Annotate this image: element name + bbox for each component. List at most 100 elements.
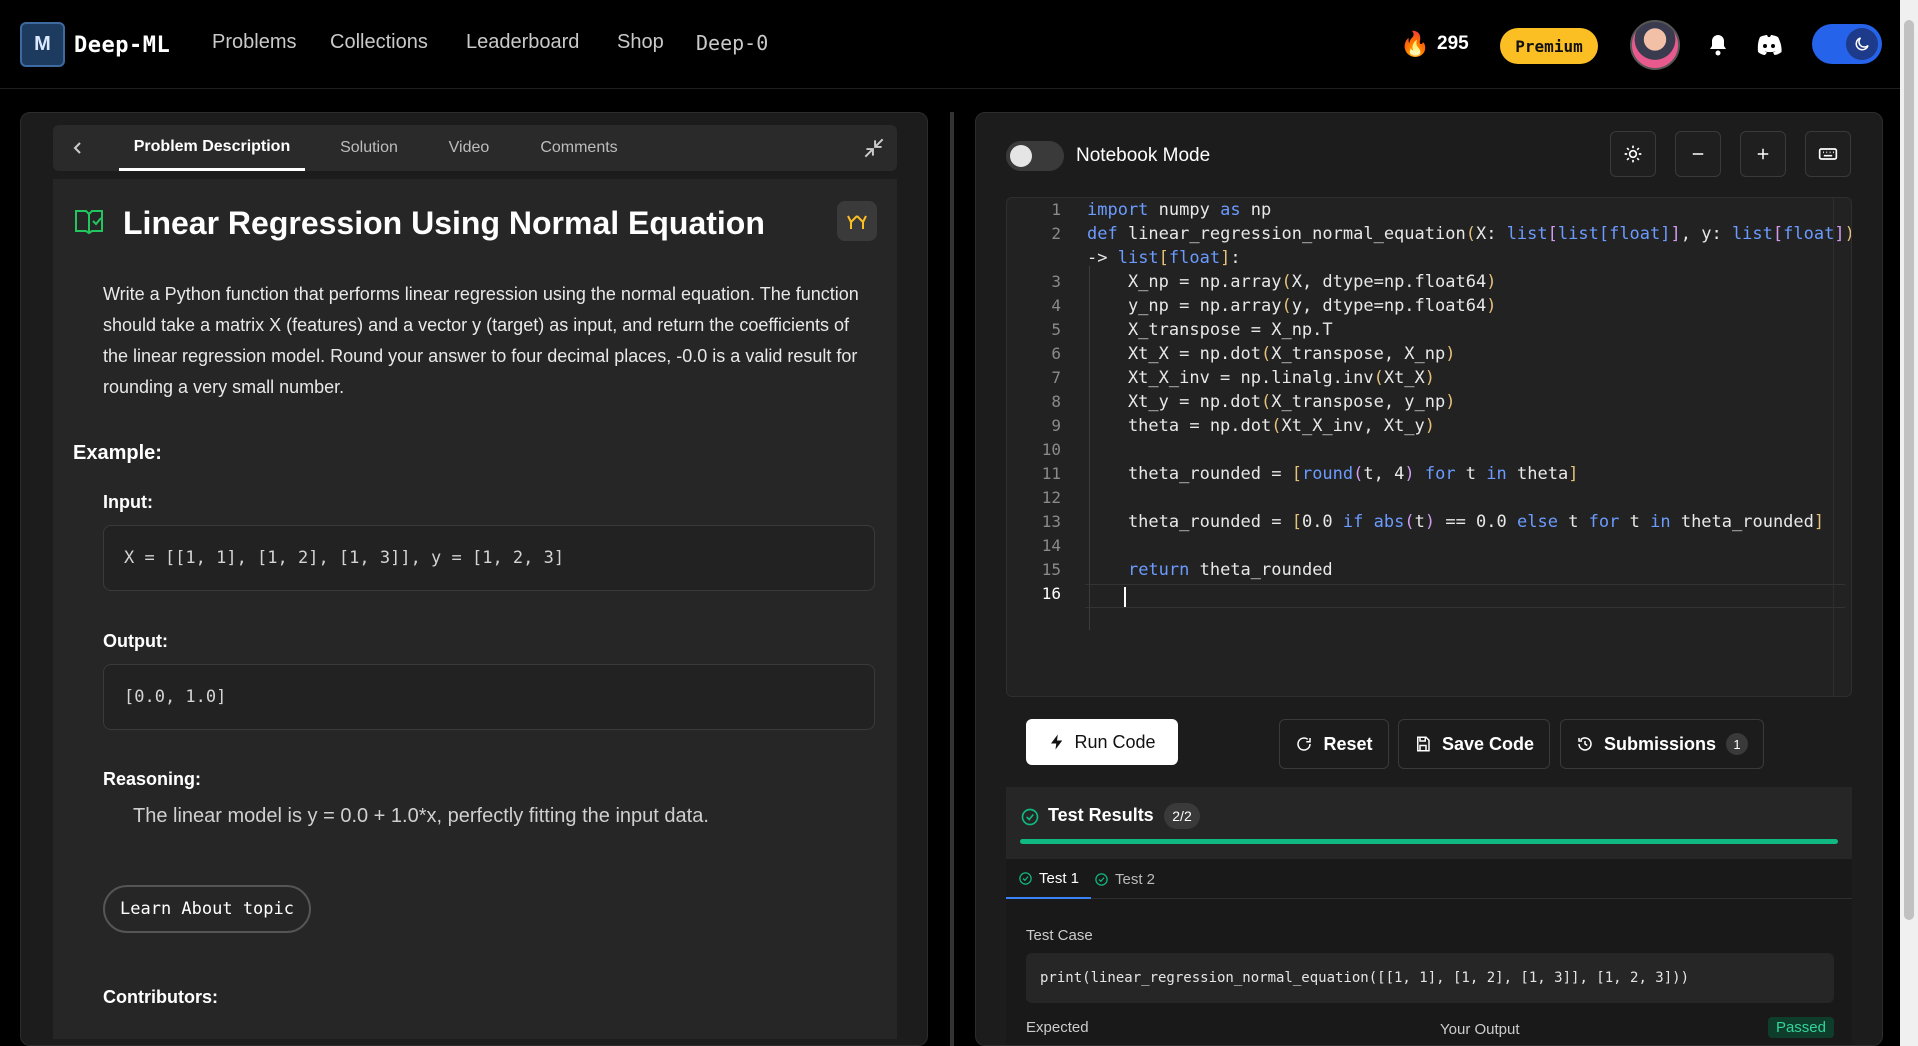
input-code: X = [[1, 1], [1, 2], [1, 3]], y = [1, 2,… [103,525,875,591]
deep-ml-logo[interactable]: M [20,22,65,67]
sun-button[interactable] [1610,131,1656,177]
line-number: 1 [1051,200,1061,219]
line-number: 11 [1041,464,1061,483]
page-scrollbar-thumb[interactable] [1904,20,1914,920]
submissions-label: Submissions [1603,733,1717,754]
test-results-panel: Test Results 2/2 Test 1 Test 2 Test Case… [1006,787,1852,1045]
save-icon [1416,736,1430,752]
test-case-label: Test Case [1026,927,1093,944]
output-label: Output: [103,631,168,651]
font-decrease-button[interactable] [1675,131,1721,177]
collapse-icon[interactable] [861,135,887,161]
learn-about-topic-button[interactable]: Learn About topic [103,885,311,933]
nav-problems[interactable]: Problems [212,31,296,54]
notebook-mode-toggle[interactable] [1006,141,1064,171]
input-label: Input: [103,492,153,512]
nav-collections[interactable]: Collections [330,31,428,54]
code-line: theta_rounded = [round(t, 4) for t in th… [1087,464,1579,484]
refresh-icon [1297,737,1312,751]
keyboard-button[interactable] [1805,131,1851,177]
save-code-button[interactable]: Save Code [1398,719,1550,769]
output-code: [0.0, 1.0] [103,664,875,730]
avatar[interactable] [1630,20,1680,70]
line-number: 16 [1041,584,1061,603]
tab-video[interactable]: Video [429,125,509,171]
line-number: 4 [1051,296,1061,315]
nav-shop[interactable]: Shop [617,31,664,54]
check-circle-icon [1021,808,1039,826]
text-caret [1124,587,1126,607]
tab-comments[interactable]: Comments [519,125,639,171]
nav-deep-0[interactable]: Deep-0 [696,31,768,55]
code-line: X_transpose = X_np.T [1087,320,1333,340]
your-output-label: Your Output [1440,1021,1520,1038]
code-line: Xt_y = np.dot(X_transpose, y_np) [1087,392,1456,412]
panel-resize-handle[interactable] [950,112,954,1046]
line-number: 6 [1051,344,1061,363]
test-tabs: Test 1 Test 2 [1006,859,1852,899]
test-results-title: Test Results [1048,805,1154,825]
bell-icon[interactable] [1706,32,1730,58]
page-scrollbar[interactable] [1900,0,1918,1046]
tab-test-2[interactable]: Test 2 [1082,859,1167,899]
test-progress-bar [1020,839,1838,844]
code-line: X_np = np.array(X, dtype=np.float64) [1087,272,1497,292]
brand-name[interactable]: Deep-ML [74,33,170,58]
problem-content: Linear Regression Using Normal Equation … [53,179,897,1039]
history-icon [1578,737,1592,751]
test-2-label: Test 2 [1115,870,1156,888]
example-heading: Example: [73,442,162,464]
code-editor[interactable]: 1 2 3 4 5 6 7 8 9 10 11 12 13 14 15 16 i… [1006,197,1852,697]
code-line: return theta_rounded [1127,560,1333,580]
line-number: 15 [1041,560,1061,579]
streak-count: 295 [1437,33,1469,54]
line-number: 7 [1051,368,1061,387]
code-line: Xt_X = np.dot(X_transpose, X_np) [1087,344,1456,364]
sun-icon [1624,145,1642,163]
code-line: def linear_regression_normal_equation(X:… [1087,224,1851,244]
branch-button[interactable] [837,201,877,241]
test-results-header: Test Results 2/2 [1006,787,1852,859]
line-number: 3 [1051,272,1061,291]
code-line: import numpy as np [1087,200,1272,220]
expected-label: Expected [1026,1019,1089,1036]
editor-scrollbar[interactable] [1833,198,1851,696]
discord-icon[interactable] [1755,32,1783,58]
code-line: y_np = np.array(y, dtype=np.float64) [1087,296,1497,316]
test-results-count-badge: 2/2 [1164,803,1200,829]
test-progress-fill [1020,839,1838,844]
code-line: theta = np.dot(Xt_X_inv, Xt_y) [1087,416,1436,436]
keyboard-icon [1818,148,1838,160]
submissions-button[interactable]: Submissions 1 [1560,719,1764,769]
line-number: 10 [1041,440,1061,459]
theme-toggle[interactable] [1812,24,1882,64]
line-number: 5 [1051,320,1061,339]
reset-button[interactable]: Reset [1279,719,1389,769]
premium-button[interactable]: Premium [1500,28,1598,64]
plus-icon [1757,148,1769,160]
check-circle-icon [1019,871,1032,885]
code-line: Xt_X_inv = np.linalg.inv(Xt_X) [1087,368,1436,388]
font-increase-button[interactable] [1740,131,1786,177]
test-1-label: Test 1 [1039,869,1080,887]
code-line: theta_rounded = [0.0 if abs(t) == 0.0 el… [1087,512,1825,532]
tab-test-1[interactable]: Test 1 [1006,859,1092,899]
tab-solution[interactable]: Solution [319,125,419,171]
line-number: 9 [1051,416,1061,435]
contributors-label: Contributors: [103,987,218,1007]
book-check-icon [75,210,103,235]
problem-title: Linear Regression Using Normal Equation [123,205,765,241]
run-code-label: Run Code [1074,731,1156,752]
lightning-icon [1051,734,1063,750]
back-chevron-icon[interactable] [65,135,91,161]
minus-icon [1692,153,1704,155]
check-circle-icon [1095,872,1108,886]
nav-leaderboard[interactable]: Leaderboard [466,31,579,54]
editor-panel: Notebook Mode 1 2 3 4 5 6 7 8 9 10 11 12… [975,112,1883,1046]
tab-problem-description[interactable]: Problem Description [119,125,305,171]
code-line: -> list[float]: [1087,248,1241,268]
branch-icon [847,215,867,229]
notebook-mode-label: Notebook Mode [1076,145,1211,166]
line-number-gutter: 1 2 3 4 5 6 7 8 9 10 11 12 13 14 15 16 [1007,198,1077,696]
run-code-button[interactable]: Run Code [1026,719,1178,765]
